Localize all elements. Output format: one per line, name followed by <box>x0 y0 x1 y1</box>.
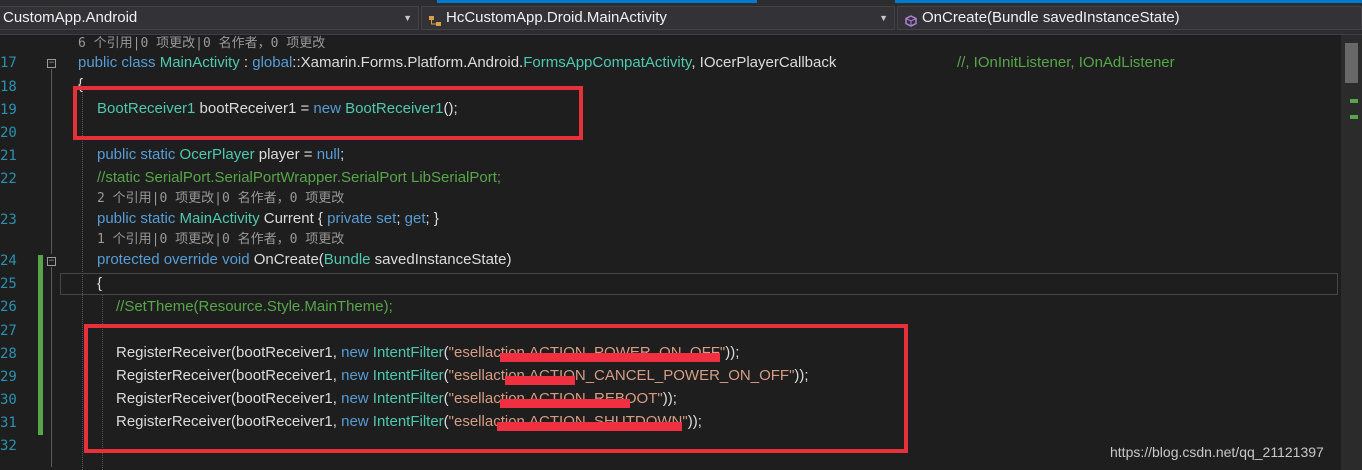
code-token: global <box>252 54 293 71</box>
line-number: 21 <box>0 148 17 164</box>
code-line-26: //SetTheme(Resource.Style.MainTheme); <box>116 298 393 315</box>
code-token: public static <box>97 146 180 163</box>
scrollbar-change-mark <box>1350 115 1358 119</box>
scrollbar-change-mark <box>1350 99 1358 103</box>
method-icon <box>904 12 918 27</box>
line-number: 28 <box>0 346 17 362</box>
line-number: 26 <box>0 299 17 315</box>
chevron-down-icon: ▼ <box>879 13 888 23</box>
code-token: Current { <box>259 210 328 227</box>
code-token: get <box>404 210 426 227</box>
code-token: OcerPlayer <box>179 146 255 163</box>
codelens-references[interactable]: 1 个引用|0 项更改|0 名作者，0 项更改 <box>97 231 344 249</box>
code-token: , IOcerPlayerCallback <box>691 54 837 71</box>
code-line-23: public static MainActivity Current { pri… <box>97 209 439 229</box>
code-token: public class <box>78 54 160 71</box>
line-number: 27 <box>0 323 17 339</box>
code-token: MainActivity <box>159 54 240 71</box>
code-token: ; <box>396 210 405 227</box>
code-token: FormsAppCompatActivity <box>523 54 692 71</box>
collapse-icon[interactable]: − <box>47 257 56 266</box>
code-token: OnCreate( <box>253 251 324 268</box>
class-icon <box>428 12 442 26</box>
member-dropdown-label: OnCreate(Bundle savedInstanceState) <box>922 9 1180 26</box>
code-line-25: { <box>97 275 103 292</box>
scrollbar-thumb[interactable] <box>1345 43 1358 83</box>
line-number: 24 <box>0 253 17 269</box>
code-line-21: public static OcerPlayer player = null; <box>97 145 344 165</box>
line-number: 17 <box>0 55 17 71</box>
code-token: Bundle <box>323 251 371 268</box>
code-token: protected override void <box>97 251 254 268</box>
active-tab-accent <box>437 0 757 3</box>
code-comment: //, IOnInitListener, IOnAdListener <box>957 54 1175 71</box>
fold-line <box>51 267 52 467</box>
line-number: 29 <box>0 369 17 385</box>
code-line-22: //static SerialPort.SerialPortWrapper.Se… <box>97 169 502 186</box>
project-dropdown[interactable]: CustomApp.Android ▼ <box>0 6 419 30</box>
highlight-box <box>73 86 583 140</box>
collapse-icon[interactable]: − <box>47 59 56 68</box>
navigation-bar: CustomApp.Android ▼ HcCustomApp.Droid.Ma… <box>0 0 1362 35</box>
class-dropdown-label: HcCustomApp.Droid.MainActivity <box>446 9 667 26</box>
line-number: 20 <box>0 125 17 141</box>
code-token: player = <box>254 146 317 163</box>
line-number: 18 <box>0 79 17 95</box>
code-token: savedInstanceState) <box>370 251 512 268</box>
line-number: 22 <box>0 171 17 187</box>
line-number: 30 <box>0 392 17 408</box>
line-number: 23 <box>0 212 17 228</box>
code-line-24: protected override void OnCreate(Bundle … <box>97 250 511 270</box>
code-token: : <box>239 54 253 71</box>
code-token: ; <box>340 146 345 163</box>
member-dropdown[interactable]: OnCreate(Bundle savedInstanceState) <box>897 6 1362 30</box>
code-token: private set <box>327 210 397 227</box>
current-line-highlight <box>60 273 1338 295</box>
change-marker <box>38 255 43 435</box>
codelens-references[interactable]: 2 个引用|0 项更改|0 名作者，0 项更改 <box>97 190 344 208</box>
line-number: 19 <box>0 102 17 118</box>
vertical-scrollbar[interactable] <box>1341 35 1362 470</box>
line-number: 31 <box>0 415 17 431</box>
code-editor[interactable]: 17 18 19 20 21 22 23 24 25 26 27 28 29 3… <box>0 35 1362 470</box>
code-token: null <box>316 146 341 163</box>
code-token: ::Xamarin.Forms.Platform.Android. <box>292 54 524 71</box>
code-token: public static <box>97 210 180 227</box>
line-number: 25 <box>0 276 17 292</box>
line-number-gutter: 17 18 19 20 21 22 23 24 25 26 27 28 29 3… <box>0 35 40 470</box>
code-token: ; } <box>425 210 439 227</box>
watermark: https://blog.csdn.net/qq_21121397 <box>1110 444 1324 460</box>
line-number: 32 <box>0 438 17 454</box>
highlight-box <box>84 324 908 453</box>
project-dropdown-label: CustomApp.Android <box>3 9 138 26</box>
chevron-down-icon: ▼ <box>403 13 412 23</box>
code-line-17: public class MainActivity : global::Xama… <box>78 53 836 73</box>
active-tab-accent-2 <box>895 0 1362 3</box>
class-dropdown[interactable]: HcCustomApp.Droid.MainActivity ▼ <box>421 6 895 30</box>
codelens-references[interactable]: 6 个引用|0 项更改|0 名作者，0 项更改 <box>78 35 325 53</box>
code-token: MainActivity <box>179 210 260 227</box>
fold-line <box>51 69 52 254</box>
